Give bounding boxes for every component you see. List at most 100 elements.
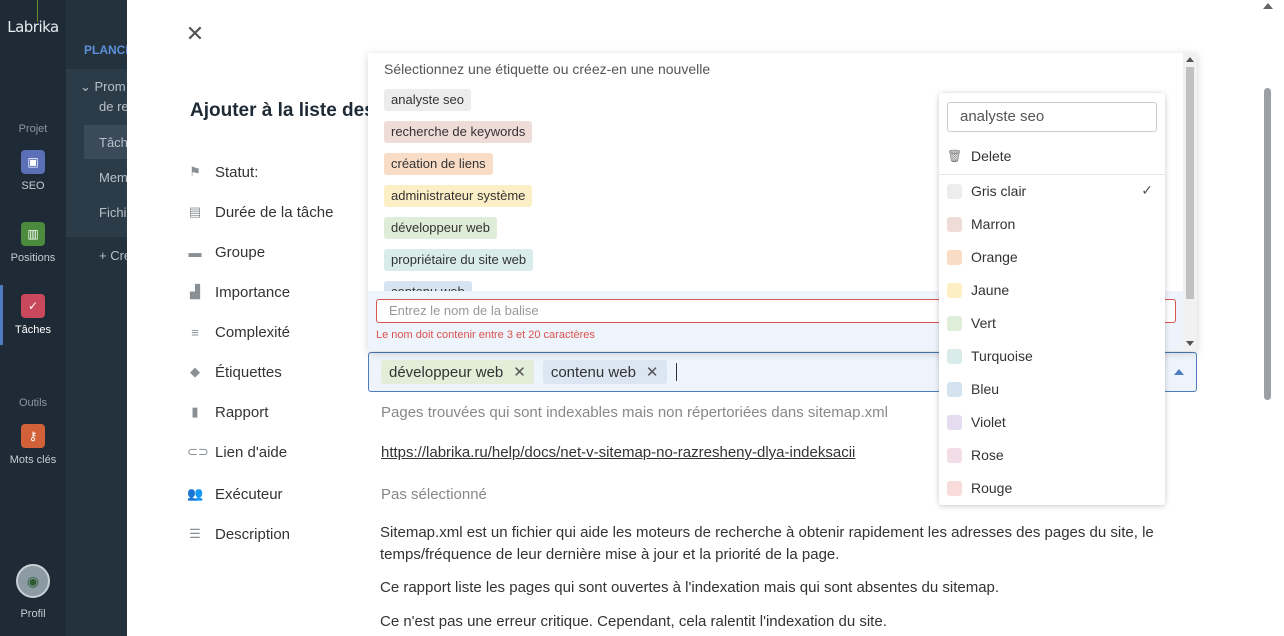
logo[interactable]: Labrika <box>0 18 66 36</box>
color-option-blue[interactable]: Bleu <box>947 378 1157 400</box>
field-label: Étiquettes <box>215 363 282 381</box>
board-menu-item[interactable]: Tâch <box>99 135 128 150</box>
scrollbar-thumb[interactable] <box>1264 88 1271 400</box>
scroll-up-icon[interactable] <box>1186 57 1194 62</box>
color-label: Turquoise <box>971 348 1033 364</box>
field-group: ▬ Groupe <box>187 240 266 264</box>
field-report: ▮ Rapport <box>187 400 268 424</box>
tag-name-input[interactable]: analyste seo <box>947 102 1157 132</box>
description-paragraph[interactable]: Sitemap.xml est un fichier qui aide les … <box>380 522 1170 566</box>
color-swatch <box>947 216 962 232</box>
close-icon[interactable]: ✕ <box>185 23 205 45</box>
color-swatch <box>947 480 962 496</box>
field-label: Complexité <box>215 323 291 341</box>
description-paragraph[interactable]: Ce n'est pas une erreur critique. Cepend… <box>380 611 1170 633</box>
scroll-up-icon[interactable] <box>1263 3 1273 9</box>
folder-icon: ▬ <box>188 244 202 260</box>
help-link[interactable]: https://labrika.ru/help/docs/net-v-sitem… <box>381 444 855 461</box>
color-label: Jaune <box>971 282 1010 298</box>
field-label: Lien d'aide <box>215 443 288 461</box>
scroll-down-icon[interactable] <box>1186 341 1194 346</box>
field-description: ☰ Description <box>187 522 290 546</box>
rail-item-profile[interactable]: ◉ Profil <box>0 564 66 620</box>
tag-option[interactable]: création de liens <box>384 153 493 175</box>
color-option-pink[interactable]: Rose <box>947 444 1157 466</box>
color-swatch <box>947 183 962 199</box>
remove-tag-icon[interactable]: ✕ <box>646 363 659 381</box>
document-icon: ▮ <box>191 404 199 419</box>
lines-icon: ☰ <box>189 526 201 541</box>
board-menu-item[interactable]: Fichi <box>99 205 126 220</box>
section-label-project: Projet <box>18 123 48 135</box>
field-complexity: ≡ Complexité <box>187 320 290 344</box>
users-icon: 👥 <box>187 486 204 501</box>
chevron-up-icon[interactable] <box>1174 369 1184 375</box>
color-option-turquoise[interactable]: Turquoise <box>947 345 1157 367</box>
tag-edit-popup: analyste seo 🗑 Delete Gris clair ✓ Marro… <box>939 93 1165 505</box>
color-swatch <box>947 348 962 364</box>
board-menu-item[interactable]: Mem <box>99 170 128 185</box>
trash-icon: 🗑 <box>947 149 963 163</box>
modal-title: Ajouter à la liste des <box>190 100 375 121</box>
link-icon: ⊂⊃ <box>187 444 209 459</box>
tag-option[interactable]: administrateur système <box>384 185 533 207</box>
bars-icon: ▟ <box>190 284 200 299</box>
color-swatch <box>947 315 962 331</box>
color-option-light-grey[interactable]: Gris clair ✓ <box>947 180 1157 202</box>
text-cursor <box>675 363 677 381</box>
avatar: ◉ <box>16 564 50 598</box>
scrollbar-thumb[interactable] <box>1186 67 1194 299</box>
rail-item-tasks[interactable]: ✓ Tâches <box>0 294 66 336</box>
dropdown-scrollbar[interactable] <box>1183 53 1197 351</box>
field-label: Groupe <box>215 243 266 261</box>
tag-option[interactable]: développeur web <box>384 217 498 239</box>
rail-item-seo[interactable]: ▣ SEO <box>0 150 66 192</box>
page-scrollbar[interactable] <box>1257 0 1284 636</box>
tag-icon: ◆ <box>190 364 200 379</box>
flag-icon: ⚑ <box>189 164 201 179</box>
rail-item-positions[interactable]: ▥ Positions <box>0 222 66 264</box>
color-option-violet[interactable]: Violet <box>947 411 1157 433</box>
left-rail: Labrika Projet ▣ SEO ▥ Positions ✓ Tâche… <box>0 0 66 636</box>
tag-option[interactable]: analyste seo <box>384 89 471 111</box>
field-label: Description <box>215 525 291 543</box>
tag-option[interactable]: propriétaire du site web <box>384 249 534 271</box>
field-executor: 👥 Exécuteur <box>187 482 283 506</box>
checkmark-icon: ✓ <box>1141 182 1153 198</box>
tag-option[interactable]: recherche de keywords <box>384 121 533 143</box>
description-paragraph[interactable]: Ce rapport liste les pages qui sont ouve… <box>380 577 1170 599</box>
list-icon: ≡ <box>191 324 199 340</box>
color-label: Gris clair <box>971 183 1027 199</box>
color-swatch <box>947 282 962 298</box>
color-swatch <box>947 381 962 397</box>
rail-item-label: Tâches <box>14 324 52 336</box>
delete-tag-button[interactable]: 🗑 Delete <box>947 145 1011 167</box>
color-option-brown[interactable]: Marron <box>947 213 1157 235</box>
color-option-red[interactable]: Rouge <box>947 477 1157 499</box>
executor-value[interactable]: Pas sélectionné <box>381 486 487 503</box>
color-option-orange[interactable]: Orange <box>947 246 1157 268</box>
chip-label: contenu web <box>550 363 636 381</box>
color-label: Rose <box>971 447 1004 463</box>
color-swatch <box>947 249 962 265</box>
rail-item-label: SEO <box>21 180 45 192</box>
validation-error: Le nom doit contenir entre 3 et 20 carac… <box>376 329 595 341</box>
chart-icon: ▥ <box>21 222 45 246</box>
rail-item-label: Mots clés <box>9 454 57 466</box>
divider <box>939 174 1165 175</box>
remove-tag-icon[interactable]: ✕ <box>513 363 526 381</box>
field-label: Importance <box>215 283 291 301</box>
rail-item-keywords[interactable]: ⚷ Mots clés <box>0 424 66 466</box>
field-help-link: ⊂⊃ Lien d'aide <box>187 440 287 464</box>
field-label: Exécuteur <box>215 485 283 503</box>
color-label: Rouge <box>971 480 1013 496</box>
seo-icon: ▣ <box>21 150 45 174</box>
color-label: Bleu <box>971 381 1000 397</box>
board-menu-item[interactable]: ⌄ Prom <box>80 79 126 95</box>
color-option-green[interactable]: Vert <box>947 312 1157 334</box>
section-label-tools: Outils <box>18 397 48 409</box>
color-swatch <box>947 447 962 463</box>
color-option-yellow[interactable]: Jaune <box>947 279 1157 301</box>
check-icon: ✓ <box>21 294 45 318</box>
field-status: ⚑ Statut: <box>187 160 258 184</box>
